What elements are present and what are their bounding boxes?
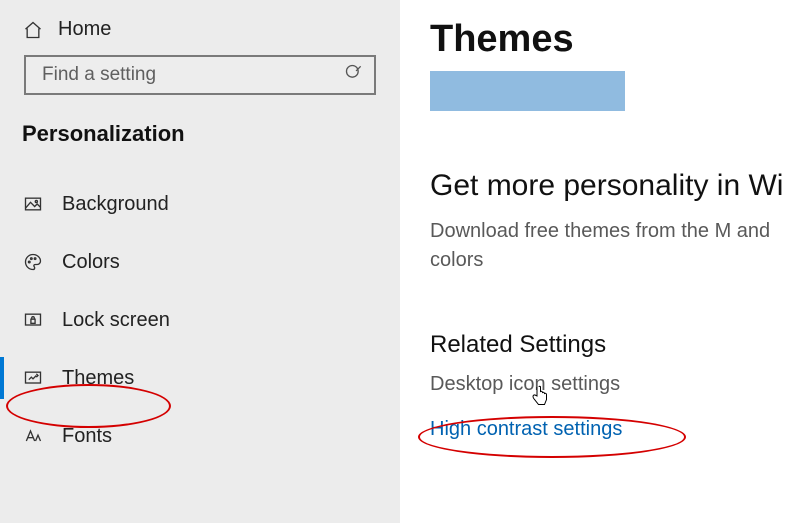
picture-icon	[22, 193, 44, 215]
palette-icon	[22, 251, 44, 273]
selection-highlight	[430, 71, 625, 111]
link-label: High contrast settings	[430, 418, 622, 440]
get-more-description: Download free themes from the M and colo…	[430, 217, 800, 275]
sidebar-item-lock-screen[interactable]: Lock screen	[0, 291, 400, 349]
sidebar-section-header: Personalization	[0, 121, 400, 165]
sidebar-home-label: Home	[58, 18, 111, 41]
sidebar-item-label: Lock screen	[62, 309, 170, 332]
search-box[interactable]	[24, 55, 376, 95]
search-icon	[344, 63, 364, 88]
get-more-heading: Get more personality in Wi	[430, 169, 800, 203]
home-icon	[22, 19, 44, 41]
search-container	[24, 55, 376, 95]
sidebar-home[interactable]: Home	[0, 12, 400, 55]
page-title: Themes	[430, 18, 800, 61]
themes-icon	[22, 367, 44, 389]
related-settings-heading: Related Settings	[430, 331, 800, 359]
search-input[interactable]	[40, 63, 344, 87]
sidebar-item-label: Themes	[62, 367, 134, 390]
sidebar-item-label: Colors	[62, 251, 120, 274]
sidebar: Home Personalization Background	[0, 0, 400, 523]
sidebar-item-label: Fonts	[62, 425, 112, 448]
sidebar-item-label: Background	[62, 193, 169, 216]
link-high-contrast-settings[interactable]: High contrast settings	[430, 418, 800, 441]
lock-screen-icon	[22, 309, 44, 331]
sidebar-item-background[interactable]: Background	[0, 175, 400, 233]
fonts-icon	[22, 425, 44, 447]
sidebar-nav-list: Background Colors Lock screen Themes	[0, 165, 400, 465]
sidebar-item-themes[interactable]: Themes	[0, 349, 400, 407]
sidebar-item-colors[interactable]: Colors	[0, 233, 400, 291]
link-label: Desktop icon settings	[430, 373, 620, 395]
content-pane: Themes Get more personality in Wi Downlo…	[400, 0, 800, 523]
link-desktop-icon-settings[interactable]: Desktop icon settings	[430, 373, 800, 396]
sidebar-item-fonts[interactable]: Fonts	[0, 407, 400, 465]
